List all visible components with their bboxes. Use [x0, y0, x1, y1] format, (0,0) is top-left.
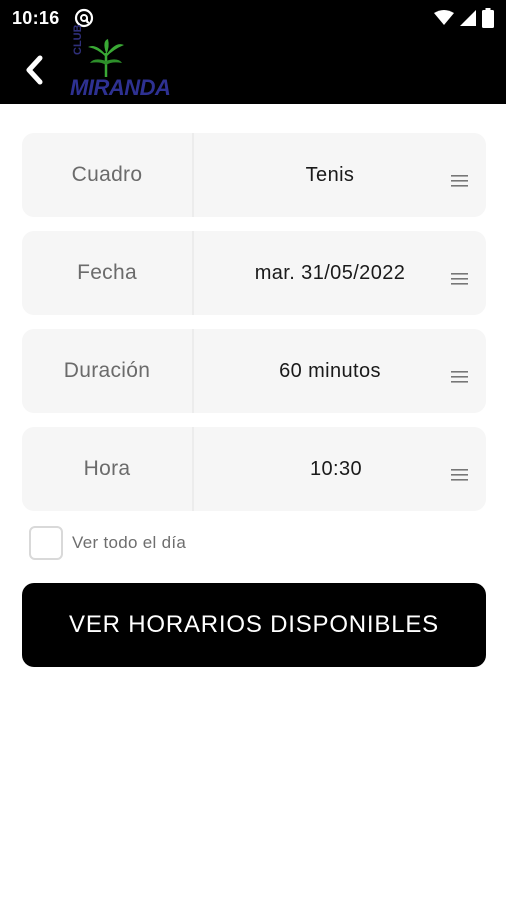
menu-icon [451, 469, 468, 481]
status-time: 10:16 [12, 7, 60, 28]
all-day-option: Ver todo el día [29, 526, 186, 560]
all-day-checkbox[interactable] [29, 526, 63, 560]
battery-icon [482, 8, 494, 28]
field-value-text: Tenis [305, 163, 355, 186]
signal-icon [460, 10, 476, 26]
field-value: 10:30 [194, 427, 486, 511]
plant-icon [88, 39, 124, 77]
field-value-text: mar. 31/05/2022 [254, 261, 406, 284]
menu-icon [451, 273, 468, 285]
field-duracion[interactable]: Duración 60 minutos [22, 329, 486, 413]
wifi-icon [434, 10, 454, 25]
menu-icon [451, 175, 468, 187]
menu-icon [451, 371, 468, 383]
field-value-text: 60 minutos [279, 359, 381, 382]
field-hora[interactable]: Hora 10:30 [22, 427, 486, 511]
all-day-label: Ver todo el día [72, 533, 187, 552]
field-label: Fecha [22, 231, 194, 315]
logo-club-text: CLUB [72, 24, 84, 55]
status-indicators [434, 8, 494, 28]
field-cuadro[interactable]: Cuadro Tenis [22, 133, 486, 217]
logo-title: MIRANDA [70, 75, 171, 100]
field-value: mar. 31/05/2022 [194, 231, 486, 315]
app-bar: CLUB MIRANDA [0, 24, 506, 104]
field-value-text: 10:30 [309, 457, 363, 480]
booking-form: Cuadro Tenis Fecha mar. 31/05/2022 Durac… [22, 133, 486, 525]
field-label: Cuadro [22, 133, 194, 217]
view-available-times-button[interactable]: VER HORARIOS DISPONIBLES [22, 583, 486, 667]
field-value: Tenis [194, 133, 486, 217]
chevron-left-icon [26, 55, 43, 85]
club-logo: CLUB MIRANDA [70, 24, 171, 103]
field-label: Duración [22, 329, 194, 413]
field-fecha[interactable]: Fecha mar. 31/05/2022 [22, 231, 486, 315]
field-value: 60 minutos [194, 329, 486, 413]
field-label: Hora [22, 427, 194, 511]
back-button[interactable] [6, 36, 62, 104]
